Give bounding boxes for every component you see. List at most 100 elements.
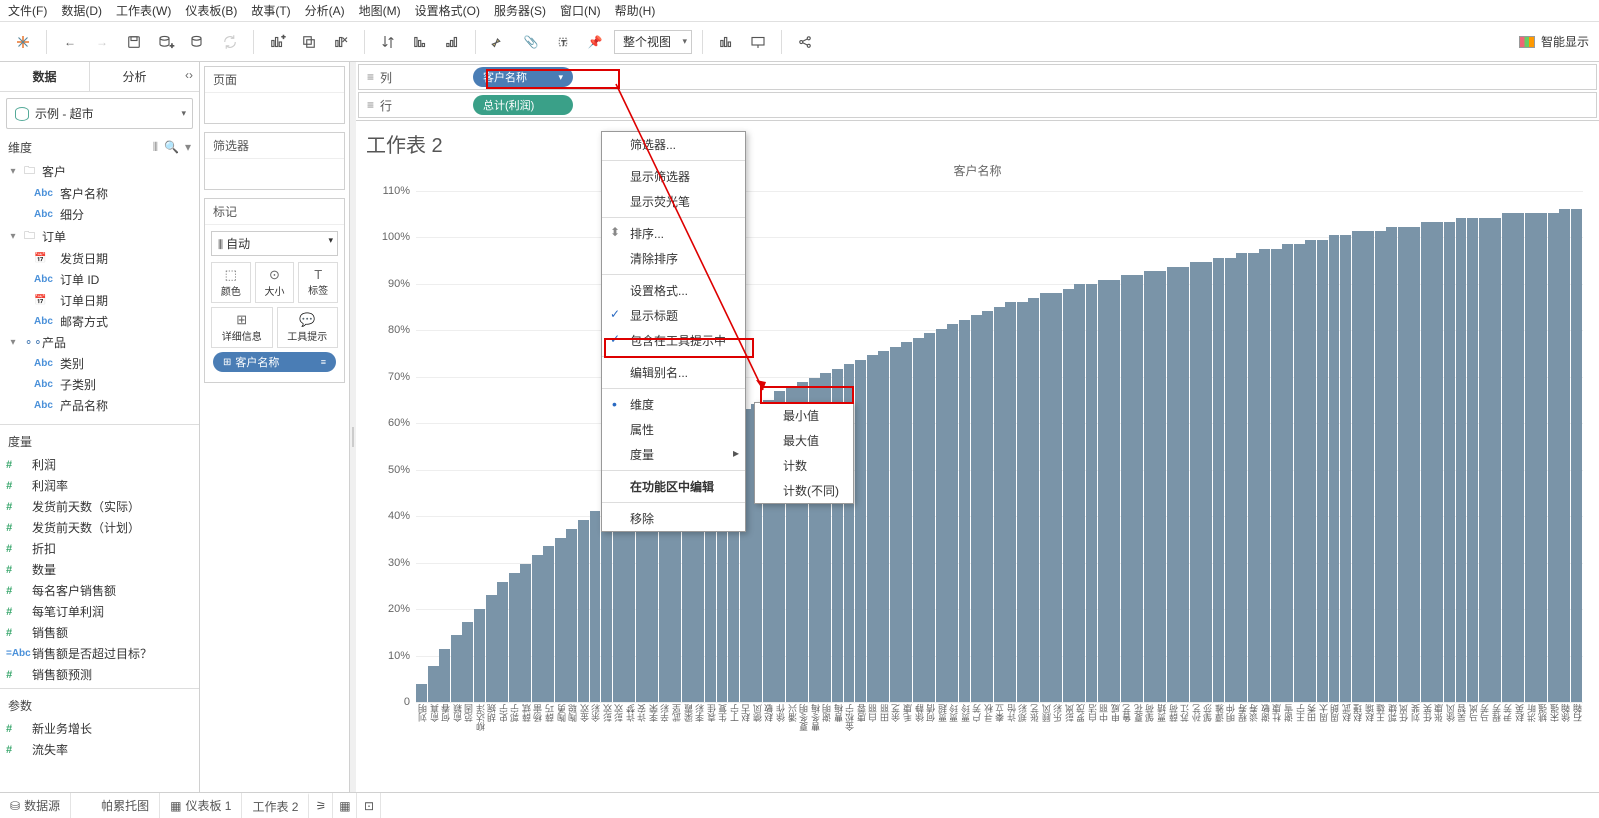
tab-analysis[interactable]: 分析 [90,62,179,91]
field-category[interactable]: Abc类别 [0,353,199,374]
show-cards-icon[interactable] [713,29,739,55]
bar[interactable] [947,324,958,702]
bar[interactable] [1132,275,1143,702]
measure-item[interactable]: #销售额预测 [0,664,199,684]
ctx-edit-shelf[interactable]: 在功能区中编辑 [602,474,745,499]
field-ship-mode[interactable]: Abc邮寄方式 [0,311,199,332]
measure-item[interactable]: #数量 [0,559,199,580]
new-worksheet-icon[interactable]: ⚞ [309,793,333,818]
bar[interactable] [855,360,866,702]
menu-dashboard[interactable]: 仪表板(B) [185,2,237,19]
bar[interactable] [474,609,485,702]
measure-item[interactable]: =Abc销售额是否超过目标？ [0,643,199,664]
folder-customer[interactable]: ▾🗀客户 [0,160,199,183]
bar[interactable] [578,520,589,702]
bar[interactable] [1098,280,1109,702]
bar[interactable] [1375,231,1386,702]
tab-sheet2[interactable]: 工作表 2 [242,793,309,818]
bar[interactable] [1444,222,1455,702]
marks-detail[interactable]: ⊞详细信息 [211,307,273,348]
bar[interactable] [1155,271,1166,702]
bar[interactable] [1040,293,1051,702]
marks-tooltip[interactable]: 💬工具提示 [277,307,339,348]
bar[interactable] [1398,227,1409,702]
bar[interactable] [1386,227,1397,702]
bar[interactable] [601,502,612,702]
duplicate-icon[interactable] [296,29,322,55]
highlight-icon[interactable] [486,29,512,55]
label-icon[interactable]: T [550,29,576,55]
bar[interactable] [1305,240,1316,702]
field-subcategory[interactable]: Abc子类别 [0,374,199,395]
bar[interactable] [1109,280,1120,702]
menu-format[interactable]: 设置格式(O) [415,2,480,19]
menu-sheet[interactable]: 工作表(W) [116,2,171,19]
bar[interactable] [878,351,889,702]
sheet-title[interactable]: 工作表 2 [366,129,1599,158]
bar[interactable] [543,546,554,702]
bar[interactable] [1548,213,1559,702]
bar[interactable] [1282,244,1293,702]
columns-shelf[interactable]: ≡列 客户名称▾ [358,64,1597,90]
bar[interactable] [1178,267,1189,702]
bar[interactable] [959,320,970,702]
menu-story[interactable]: 故事(T) [251,2,290,19]
bar[interactable] [1294,244,1305,702]
bar[interactable] [416,684,427,702]
ctx-count[interactable]: 计数 [755,453,853,478]
bar[interactable] [566,529,577,702]
bar[interactable] [1248,253,1259,702]
menu-map[interactable]: 地图(M) [359,2,401,19]
bar[interactable] [439,649,450,702]
bar[interactable] [1479,218,1490,702]
ctx-attribute[interactable]: 属性 [602,417,745,442]
datasource-select[interactable]: 示例 - 超市 [6,98,193,129]
bar[interactable] [1225,258,1236,702]
bar[interactable] [1317,240,1328,702]
bar[interactable] [901,342,912,702]
bar[interactable] [1536,213,1547,702]
bar[interactable] [1271,249,1282,702]
col-pill-customer[interactable]: 客户名称▾ [473,67,573,87]
bar[interactable] [590,511,601,702]
sort-desc-icon[interactable] [439,29,465,55]
bar[interactable] [1259,249,1270,702]
tab-data[interactable]: 数据 [0,62,90,91]
bar[interactable] [867,355,878,702]
bar[interactable] [982,311,993,702]
bar[interactable] [1456,218,1467,702]
bar[interactable] [1571,209,1582,702]
bar[interactable] [1559,209,1570,702]
clear-sheet-icon[interactable] [328,29,354,55]
new-sheet-icon[interactable]: + [264,29,290,55]
measure-item[interactable]: #利润率 [0,475,199,496]
ctx-measure-submenu[interactable]: 度量 [602,442,745,467]
new-datasource-icon[interactable]: + [153,29,179,55]
menu-window[interactable]: 窗口(N) [560,2,601,19]
bar[interactable] [1201,262,1212,702]
back-icon[interactable]: ← [57,29,83,55]
bar[interactable] [971,315,982,702]
measure-item[interactable]: #每名客户销售额 [0,580,199,601]
bar[interactable] [1028,298,1039,702]
new-story-icon[interactable]: ⊡ [357,793,381,818]
ctx-min[interactable]: 最小值 [755,403,853,428]
rows-shelf[interactable]: ≡行 总计(利润) [358,92,1597,118]
attach-icon[interactable]: 📎 [518,29,544,55]
bar[interactable] [1051,293,1062,702]
bar[interactable] [1121,275,1132,702]
param-churn[interactable]: #流失率 [0,739,199,760]
field-order-id[interactable]: Abc订单 ID [0,269,199,290]
presentation-icon[interactable] [745,29,771,55]
bar[interactable] [1144,271,1155,702]
bar[interactable] [1190,262,1201,702]
bar[interactable] [1421,222,1432,702]
bar[interactable] [1490,218,1501,702]
bar[interactable] [1409,227,1420,702]
bar[interactable] [1340,235,1351,702]
bar[interactable] [1074,284,1085,702]
bar[interactable] [509,573,520,702]
bar[interactable] [1329,235,1340,702]
pages-card[interactable]: 页面 [204,66,345,124]
chart[interactable] [416,191,1583,702]
